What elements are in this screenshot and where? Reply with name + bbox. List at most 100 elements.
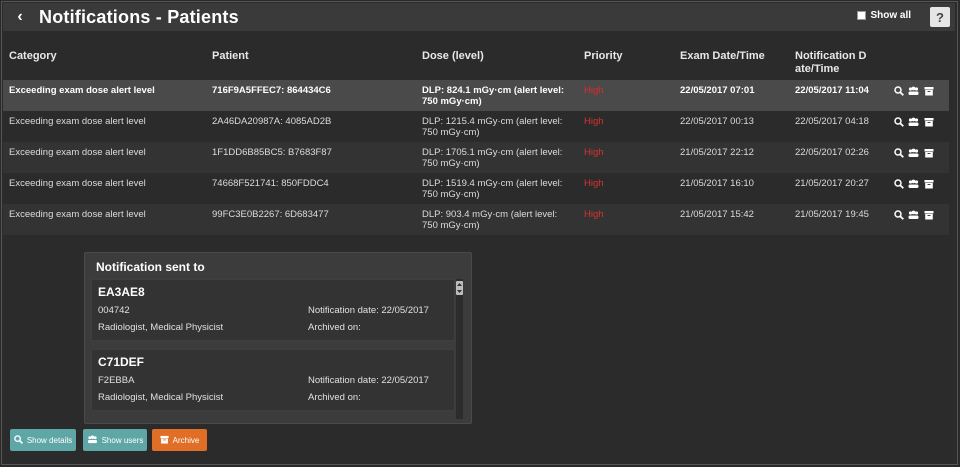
table-row[interactable]: Exceeding exam dose alert level 2A46DA20… — [3, 111, 949, 142]
row-dose: DLP: 1705.1 mGy·cm (alert level: 750 mGy… — [422, 147, 582, 169]
row-dose-line1: DLP: 1215.4 mGy·cm (alert level: — [422, 116, 563, 127]
row-category: Exceeding exam dose alert level — [9, 85, 155, 96]
row-dose-line1: DLP: 903.4 mGy·cm (alert level: — [422, 209, 558, 220]
column-header-dose[interactable]: Dose (level) — [422, 50, 484, 63]
recipient-card[interactable]: C71DEF F2EBBA Radiologist, Medical Physi… — [91, 349, 455, 411]
column-header-notification-date[interactable]: Notification D ate/Time — [795, 50, 867, 76]
recipient-archived-on: Archived on: — [308, 392, 361, 403]
notification-date-header-line1: Notification D — [795, 50, 867, 62]
column-header-exam-date[interactable]: Exam Date/Time — [680, 50, 765, 63]
archive-icon[interactable] — [923, 85, 934, 96]
recipient-card[interactable]: EA3AE8 004742 Radiologist, Medical Physi… — [91, 279, 455, 341]
panel-title: Notification sent to — [96, 260, 205, 274]
row-dose-line1: DLP: 824.1 mGy·cm (alert level: — [422, 85, 565, 96]
row-dose: DLP: 1519.4 mGy·cm (alert level: 750 mGy… — [422, 178, 582, 200]
table-row[interactable]: Exceeding exam dose alert level 1F1DD6B8… — [3, 142, 949, 173]
row-exam-date: 22/05/2017 00:13 — [680, 116, 754, 127]
row-exam-date: 21/05/2017 16:10 — [680, 178, 754, 189]
row-notification-date: 22/05/2017 04:18 — [795, 116, 869, 127]
row-dose-line1: DLP: 1705.1 mGy·cm (alert level: — [422, 147, 563, 158]
recipient-notification-date: Notification date: 22/05/2017 — [308, 305, 429, 316]
zoom-icon[interactable] — [893, 209, 904, 220]
column-header-patient[interactable]: Patient — [212, 50, 249, 63]
show-users-button[interactable]: Show users — [83, 429, 147, 451]
users-icon[interactable] — [908, 116, 919, 127]
row-dose: DLP: 1215.4 mGy·cm (alert level: 750 mGy… — [422, 116, 582, 138]
users-icon[interactable] — [908, 85, 919, 96]
row-priority: High — [584, 209, 604, 220]
row-patient: 74668F521741: 850FDDC4 — [212, 178, 329, 189]
archive-icon[interactable] — [923, 147, 934, 158]
table-row[interactable]: Exceeding exam dose alert level 99FC3E0B… — [3, 204, 949, 235]
table-row[interactable]: Exceeding exam dose alert level 74668F52… — [3, 173, 949, 204]
row-category: Exceeding exam dose alert level — [9, 209, 146, 220]
row-priority: High — [584, 116, 604, 127]
row-priority: High — [584, 147, 604, 158]
show-all-label: Show all — [870, 10, 911, 21]
users-icon[interactable] — [908, 209, 919, 220]
row-dose-line2: 750 mGy·cm) — [422, 96, 482, 107]
show-users-label: Show users — [101, 435, 144, 445]
row-priority: High — [584, 85, 604, 96]
row-category: Exceeding exam dose alert level — [9, 147, 146, 158]
row-notification-date: 22/05/2017 02:26 — [795, 147, 869, 158]
row-exam-date: 21/05/2017 22:12 — [680, 147, 754, 158]
archive-label: Archive — [172, 435, 200, 445]
archive-icon[interactable] — [923, 178, 934, 189]
back-chevron-icon[interactable]: ‹ — [9, 6, 31, 28]
row-actions — [893, 147, 934, 158]
show-details-button[interactable]: Show details — [10, 429, 76, 451]
row-actions — [893, 178, 934, 189]
row-category: Exceeding exam dose alert level — [9, 116, 146, 127]
search-icon — [14, 434, 23, 446]
users-icon[interactable] — [908, 178, 919, 189]
row-actions — [893, 116, 934, 127]
notification-recipients-panel: Notification sent to EA3AE8 004742 Radio… — [84, 252, 472, 424]
row-patient: 2A46DA20987A: 4085AD2B — [212, 116, 332, 127]
column-header-priority[interactable]: Priority — [584, 50, 623, 63]
recipient-id: 004742 — [98, 305, 130, 316]
recipient-roles: Radiologist, Medical Physicist — [98, 392, 224, 403]
show-all-toggle[interactable]: Show all — [857, 10, 911, 21]
show-all-checkbox[interactable] — [857, 11, 867, 20]
row-patient: 99FC3E0B2267: 6D683477 — [212, 209, 329, 220]
row-patient: 1F1DD6B85BC5: B7683F87 — [212, 147, 332, 158]
zoom-icon[interactable] — [893, 85, 904, 96]
row-dose-line2: 750 mGy·cm) — [422, 158, 480, 169]
archive-icon[interactable] — [923, 116, 934, 127]
scrollbar-thumb[interactable] — [456, 281, 463, 295]
row-exam-date: 21/05/2017 15:42 — [680, 209, 754, 220]
recipient-id: F2EBBA — [98, 375, 135, 386]
table-row[interactable]: Exceeding exam dose alert level 716F9A5F… — [3, 80, 949, 111]
column-header-category[interactable]: Category — [9, 50, 57, 63]
row-actions — [893, 85, 934, 96]
row-notification-date: 21/05/2017 19:45 — [795, 209, 869, 220]
table-header: Category Patient Dose (level) Priority E… — [3, 46, 955, 78]
recipient-code: EA3AE8 — [98, 285, 145, 299]
row-dose-line1: DLP: 1519.4 mGy·cm (alert level: — [422, 178, 563, 189]
page-title: Notifications - Patients — [39, 6, 239, 27]
users-icon[interactable] — [908, 147, 919, 158]
row-priority: High — [584, 178, 604, 189]
row-category: Exceeding exam dose alert level — [9, 178, 146, 189]
row-dose-line2: 750 mGy·cm) — [422, 220, 480, 231]
row-dose: DLP: 824.1 mGy·cm (alert level: 750 mGy·… — [422, 85, 582, 107]
users-icon — [87, 435, 98, 446]
recipient-archived-on: Archived on: — [308, 322, 361, 333]
zoom-icon[interactable] — [893, 178, 904, 189]
zoom-icon[interactable] — [893, 116, 904, 127]
show-details-label: Show details — [26, 435, 73, 445]
notification-date-header-line2: ate/Time — [795, 63, 840, 75]
archive-button[interactable]: Archive — [152, 429, 207, 451]
help-button[interactable]: ? — [930, 7, 950, 27]
row-dose: DLP: 903.4 mGy·cm (alert level: 750 mGy·… — [422, 209, 582, 231]
recipient-notification-date: Notification date: 22/05/2017 — [308, 375, 429, 386]
row-dose-line2: 750 mGy·cm) — [422, 189, 480, 200]
row-notification-date: 21/05/2017 20:27 — [795, 178, 869, 189]
recipient-code: C71DEF — [98, 355, 145, 369]
zoom-icon[interactable] — [893, 147, 904, 158]
recipient-list-scrollbar[interactable] — [456, 279, 463, 419]
recipient-list: EA3AE8 004742 Radiologist, Medical Physi… — [91, 279, 463, 419]
archive-icon[interactable] — [923, 209, 934, 220]
row-patient: 716F9A5FFEC7: 864434C6 — [212, 85, 331, 96]
